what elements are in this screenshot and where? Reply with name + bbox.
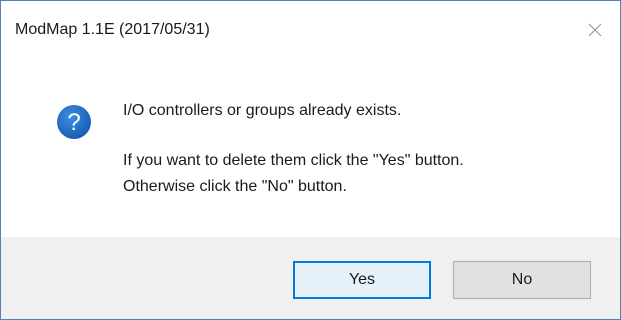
message-line-1: I/O controllers or groups already exists…	[123, 102, 402, 119]
message-line-2: If you want to delete them click the "Ye…	[123, 152, 464, 169]
message-area: ? I/O controllers or groups already exis…	[1, 57, 620, 237]
button-bar: Yes No	[1, 237, 620, 319]
title-bar[interactable]: ModMap 1.1E (2017/05/31)	[1, 1, 620, 57]
svg-text:?: ?	[67, 109, 80, 136]
message-dialog: ModMap 1.1E (2017/05/31) ? I/O controlle…	[0, 0, 621, 320]
window-title: ModMap 1.1E (2017/05/31)	[15, 21, 210, 38]
message-line-3: Otherwise click the "No" button.	[123, 178, 347, 195]
close-icon	[588, 23, 602, 37]
question-icon: ?	[57, 105, 91, 139]
close-button[interactable]	[578, 15, 612, 45]
yes-button[interactable]: Yes	[293, 261, 431, 299]
no-button[interactable]: No	[453, 261, 591, 299]
